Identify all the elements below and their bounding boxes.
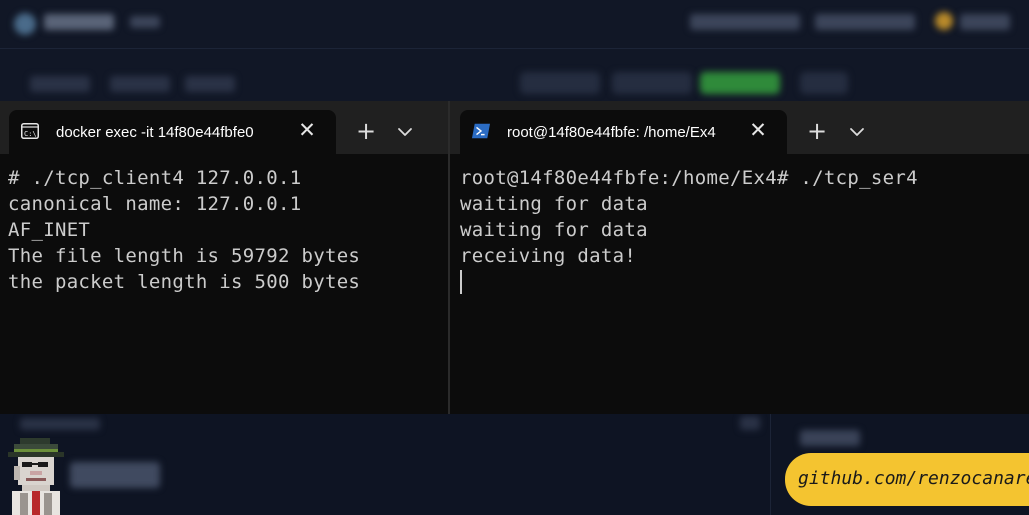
background-heading [70,462,160,488]
pixel-avatar [8,438,64,515]
terminal-line: canonical name: 127.0.0.1 [8,193,302,215]
background-coin-icon [935,12,953,30]
background-brand-text [44,14,114,30]
tab-title: docker exec -it 14f80e44fbfe0 [56,124,254,141]
text-cursor [460,270,462,294]
github-url: github.com/renzocanare [798,468,1029,489]
terminal-line: the packet length is 500 bytes [8,271,361,293]
terminal-output[interactable]: root@14f80e44fbfe:/home/Ex4# ./tcp_ser4 … [460,165,1021,414]
background-button [520,72,600,94]
terminal-tab-active[interactable]: C:\ docker exec -it 14f80e44fbfe0 ✕ [9,110,336,154]
chevron-down-icon[interactable] [394,122,416,142]
background-divider [770,414,771,515]
svg-text:C:\: C:\ [24,130,37,138]
terminal-line: waiting for data [460,193,648,215]
background-label [20,418,100,430]
terminal-line: # ./tcp_client4 127.0.0.1 [8,167,302,189]
background-button-primary [700,72,780,94]
background-brand-tag [130,16,160,28]
background-subnav-item [110,76,170,92]
terminal-cursor-line [460,269,1021,295]
background-logo [14,13,36,35]
background-subnav-item [185,76,235,92]
background-button [612,72,692,94]
terminal-line: receiving data! [460,245,637,267]
tab-title: root@14f80e44fbfe: /home/Ex4 [507,124,716,141]
background-nav-item [960,14,1010,30]
background-label [800,430,860,446]
github-link-badge[interactable]: github.com/renzocanare [785,453,1029,506]
terminal-line: AF_INET [8,219,91,241]
chevron-down-icon[interactable] [846,122,868,142]
new-tab-button[interactable]: + [351,118,381,144]
new-tab-button[interactable]: + [802,118,832,144]
cmd-icon: C:\ [21,123,39,139]
close-tab-button[interactable]: ✕ [297,120,317,141]
terminal-line: root@14f80e44fbfe:/home/Ex4# ./tcp_ser4 [460,167,918,189]
terminal-tab-active[interactable]: root@14f80e44fbfe: /home/Ex4 ✕ [460,110,787,154]
background-nav-item [815,14,915,30]
screenshot-root: C:\ docker exec -it 14f80e44fbfe0 ✕ + # … [0,0,1029,515]
terminal-line: waiting for data [460,219,648,241]
powershell-icon [472,123,490,139]
close-tab-button[interactable]: ✕ [748,120,768,141]
tab-bar: root@14f80e44fbfe: /home/Ex4 ✕ + [450,101,1029,154]
terminal-output[interactable]: # ./tcp_client4 127.0.0.1 canonical name… [8,165,440,414]
background-button [800,72,848,94]
background-icon [740,416,760,430]
terminal-window-left: C:\ docker exec -it 14f80e44fbfe0 ✕ + # … [0,101,448,414]
terminal-window-right: root@14f80e44fbfe: /home/Ex4 ✕ + root@14… [450,101,1029,414]
background-nav-item [690,14,800,30]
terminal-line: The file length is 59792 bytes [8,245,361,267]
background-subnav-item [30,76,90,92]
tab-bar: C:\ docker exec -it 14f80e44fbfe0 ✕ + [0,101,448,154]
